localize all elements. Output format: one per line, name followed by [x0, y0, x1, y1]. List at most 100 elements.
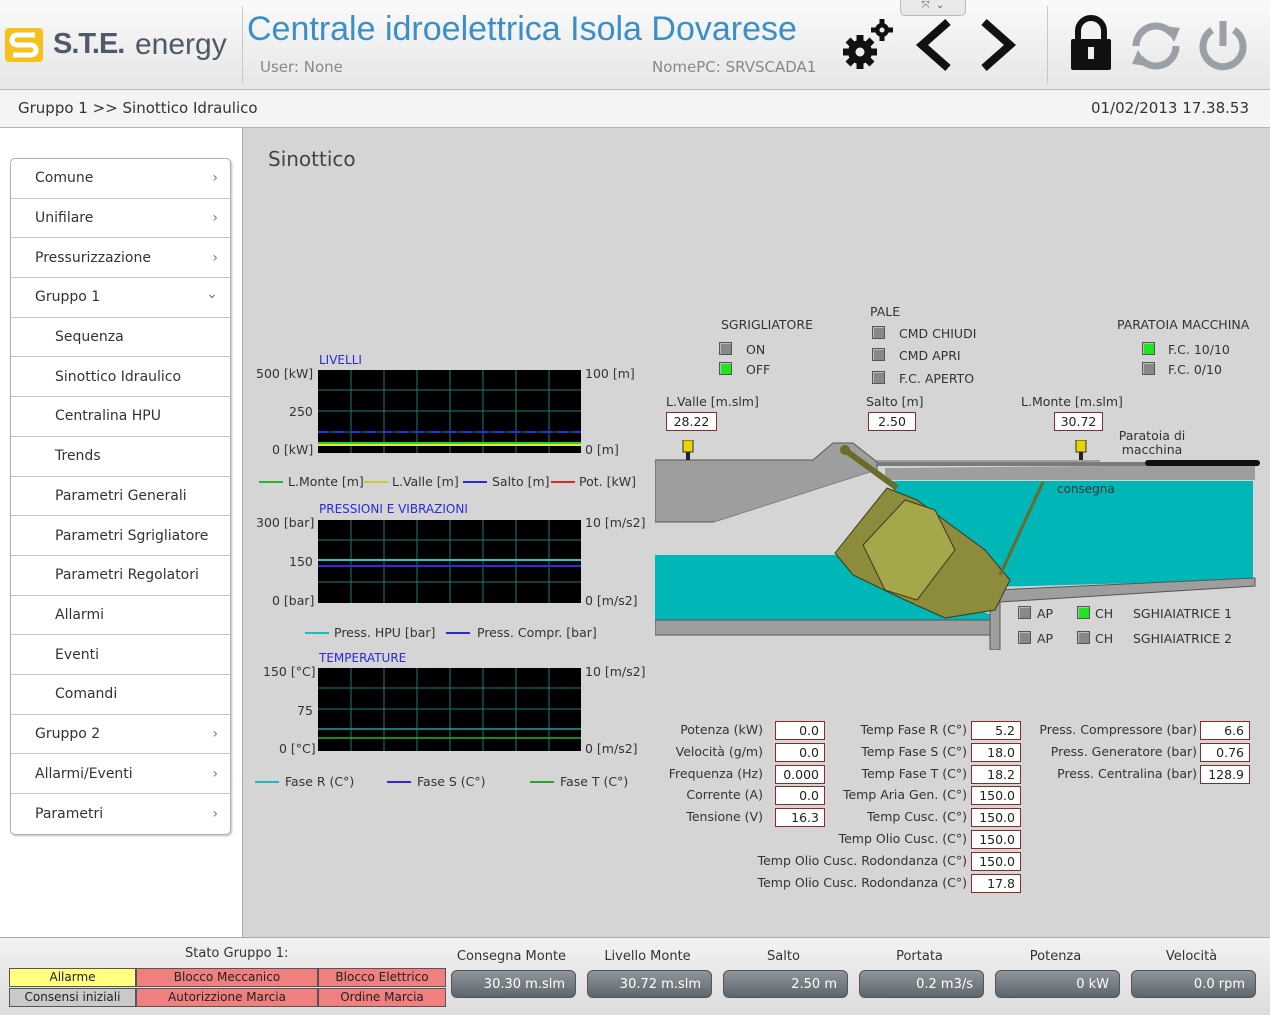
sidebar-item-comandi[interactable]: Comandi: [11, 675, 230, 715]
sidebar-item-label: Parametri Regolatori: [55, 567, 199, 584]
collapse-tab[interactable]: ⤧ ⌄: [900, 0, 966, 16]
lmonte-value: 30.72: [1054, 412, 1103, 431]
legend-fase-r-swatch: [255, 781, 279, 783]
chevron-right-icon: ›: [212, 805, 218, 822]
chart-livelli-title: LIVELLI: [319, 353, 362, 367]
sidebar-menu: Comune › Unifilare › Pressurizzazione › Gru…: [10, 158, 231, 835]
sidebar-item-parametri-sgrigliatore[interactable]: Parametri Sgrigliatore: [11, 516, 230, 556]
sghia2-name: SGHIAIATRICE 2: [1133, 631, 1233, 646]
legend-press-hpu-swatch: [305, 632, 329, 634]
kpi-value: 2.50 m: [723, 970, 848, 998]
sgrigliatore-off-label: OFF: [746, 362, 771, 377]
sidebar-item-parametri[interactable]: Parametri ›: [11, 794, 230, 834]
refresh-icon[interactable]: [1128, 18, 1184, 74]
settings-gears-icon[interactable]: [838, 16, 896, 74]
sidebar-item-sequenza[interactable]: Sequenza: [11, 318, 230, 358]
status-allarme: Allarme: [9, 968, 136, 987]
legend-lvalle: L.Valle [m]: [392, 474, 459, 489]
legend-pot: Pot. [kW]: [579, 474, 636, 489]
legend-lvalle-swatch: [364, 481, 388, 483]
temperature-value: 18.0: [971, 742, 1021, 762]
header-divider: [242, 6, 243, 84]
sidebar-item-label: Parametri: [35, 805, 104, 822]
legend-pot-swatch: [551, 481, 575, 483]
status-ordine-marcia: Ordine Marcia: [318, 988, 446, 1007]
sidebar-item-gruppo-1[interactable]: Gruppo 1 ⌄: [11, 278, 230, 318]
user-label: User: None: [260, 58, 343, 76]
chart-livelli: [318, 370, 581, 453]
chevron-right-icon: ›: [212, 210, 218, 227]
pressure-label: Press. Compressore (bar): [1039, 722, 1197, 737]
sghia2-ap-led: [1018, 631, 1031, 644]
paratoia-title: PARATOIA MACCHINA: [1117, 317, 1250, 332]
sgrigliatore-off-led: [719, 362, 732, 375]
legend-fase-r: Fase R (C°): [285, 774, 355, 789]
lvalle-label: L.Valle [m.slm]: [666, 394, 759, 409]
legend-press-compr-swatch: [446, 632, 470, 634]
sidebar-item-label: Allarmi/Eventi: [35, 765, 133, 782]
paratoia-fc0-led: [1142, 362, 1155, 375]
temperature-label: Temp Aria Gen. (C°): [842, 787, 967, 803]
electrical-label: Tensione (V): [686, 809, 763, 825]
chart-livelli-left-mid: 250: [289, 404, 313, 419]
electrical-label: Corrente (A): [686, 787, 763, 803]
chart-temperature-right-top: 10 [m/s2]: [585, 664, 646, 679]
sidebar-item-parametri-regolatori[interactable]: Parametri Regolatori: [11, 556, 230, 596]
pale-chiudi-led: [872, 326, 885, 339]
back-arrow-icon[interactable]: [912, 16, 960, 74]
kpi-value: 0.2 m3/s: [859, 970, 984, 998]
sghia1-ap-led: [1018, 606, 1031, 619]
sidebar-item-label: Gruppo 1: [35, 289, 101, 306]
temperature-value: 150.0: [971, 830, 1021, 849]
electrical-label: Frequenza (Hz): [668, 765, 763, 781]
sidebar-item-allarmi[interactable]: Allarmi: [11, 596, 230, 636]
power-icon[interactable]: [1194, 16, 1252, 74]
kpi-title: Portata: [896, 949, 943, 964]
sidebar-item-label: Sequenza: [55, 329, 124, 346]
breadcrumb-bar: Gruppo 1 >> Sinottico Idraulico 01/02/20…: [0, 90, 1270, 128]
sidebar-item-gruppo-2[interactable]: Gruppo 2 ›: [11, 715, 230, 755]
chart-pressioni-title: PRESSIONI E VIBRAZIONI: [319, 502, 468, 516]
forward-arrow-icon[interactable]: [972, 16, 1020, 74]
sidebar-item-pressurizzazione[interactable]: Pressurizzazione ›: [11, 238, 230, 279]
sidebar-item-label: Unifilare: [35, 210, 94, 227]
pale-chiudi-label: CMD CHIUDI: [899, 326, 977, 341]
electrical-value: 0.0: [775, 721, 825, 740]
electrical-value: 0.0: [775, 786, 825, 806]
logo-mark-icon: [5, 28, 43, 62]
sidebar-item-label: Eventi: [55, 646, 99, 663]
status-autorizzione-marcia: Autorizzione Marcia: [136, 988, 318, 1007]
sidebar-item-eventi[interactable]: Eventi: [11, 635, 230, 675]
sidebar-item-label: Comandi: [55, 686, 118, 703]
sidebar-item-trends[interactable]: Trends: [11, 437, 230, 477]
sidebar-item-centralina-hpu[interactable]: Centralina HPU: [11, 397, 230, 437]
chart-pressioni-right-bot: 0 [m/s2]: [585, 593, 638, 608]
sidebar-item-comune[interactable]: Comune ›: [11, 159, 230, 199]
salto-label: Salto [m]: [866, 394, 924, 409]
sidebar-item-label: Parametri Generali: [55, 487, 187, 504]
consegna-label: consegna: [1057, 482, 1115, 496]
sidebar-item-allarmi-eventi[interactable]: Allarmi/Eventi ›: [11, 754, 230, 794]
chevron-right-icon: ›: [212, 170, 218, 187]
temperature-value: 150.0: [971, 786, 1021, 806]
pale-apri-led: [872, 348, 885, 361]
sghia2-ap-label: AP: [1037, 631, 1054, 646]
header-bar: S.T.E. energy Centrale idroelettrica Iso…: [0, 0, 1270, 90]
chart-pressioni-left-bot: 0 [bar]: [272, 593, 315, 608]
electrical-label: Potenza (kW): [680, 722, 763, 737]
sidebar-item-sinottico-idraulico[interactable]: Sinottico Idraulico: [11, 357, 230, 398]
sidebar-item-unifilare[interactable]: Unifilare ›: [11, 199, 230, 239]
paratoia-fc10-led: [1142, 342, 1155, 355]
legend-press-hpu: Press. HPU [bar]: [334, 625, 436, 640]
status-consensi-iniziali: Consensi iniziali: [9, 988, 136, 1007]
status-blocco-elettrico: Blocco Elettrico: [318, 968, 446, 987]
sidebar-item-label: Centralina HPU: [55, 408, 161, 425]
stato-gruppo-title: Stato Gruppo 1:: [185, 946, 289, 961]
sidebar-item-parametri-generali[interactable]: Parametri Generali: [11, 477, 230, 517]
sidebar-item-label: Trends: [55, 448, 101, 465]
sidebar-item-label: Pressurizzazione: [35, 249, 151, 266]
legend-salto: Salto [m]: [492, 474, 550, 489]
pale-title: PALE: [870, 304, 901, 319]
sidebar-item-label: Gruppo 2: [35, 725, 101, 742]
lock-icon[interactable]: [1068, 14, 1114, 72]
